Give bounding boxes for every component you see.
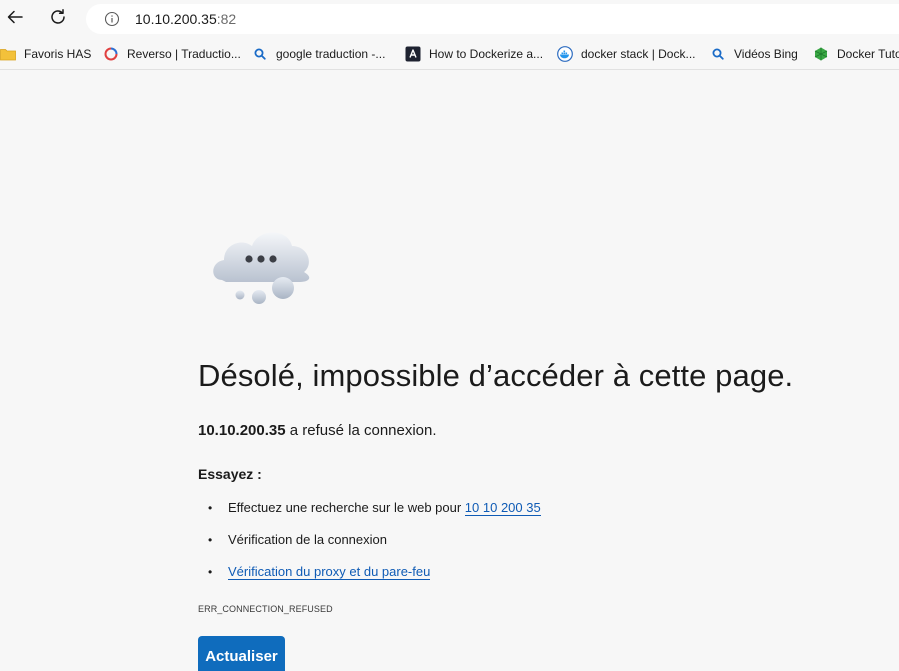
favorite-favoris-has[interactable]: Favoris HAS xyxy=(0,40,99,68)
favorites-bar: Favoris HAS Reverso | Traductio... googl… xyxy=(0,38,899,70)
favorite-label: Vidéos Bing xyxy=(734,47,798,61)
favorite-reverso[interactable]: Reverso | Traductio... xyxy=(103,40,249,68)
search-icon xyxy=(252,46,268,62)
browser-toolbar: 10.10.200.35:82 xyxy=(0,0,899,38)
reload-icon xyxy=(49,8,67,31)
try-label: Essayez : xyxy=(198,466,262,482)
favorite-label: google traduction -... xyxy=(276,47,386,61)
reload-button[interactable] xyxy=(43,4,73,34)
docker-icon xyxy=(557,46,573,62)
suggestion-search-prefix: Effectuez une recherche sur le web pour xyxy=(228,500,465,515)
favorite-label: Reverso | Traductio... xyxy=(127,47,241,61)
site-icon xyxy=(405,46,421,62)
refused-message: 10.10.200.35 a refusé la connexion. xyxy=(198,422,437,439)
proxy-firewall-link[interactable]: Vérification du proxy et du pare-feu xyxy=(228,564,431,580)
search-link[interactable]: 10 10 200 35 xyxy=(464,500,541,516)
favorite-dockerize[interactable]: How to Dockerize a... xyxy=(405,40,551,68)
favorite-label: docker stack | Dock... xyxy=(581,47,696,61)
favorite-docker-stack[interactable]: docker stack | Dock... xyxy=(557,40,704,68)
favorite-google-traduction[interactable]: google traduction -... xyxy=(252,40,393,68)
favorite-videos-bing[interactable]: Vidéos Bing xyxy=(710,40,806,68)
url-text[interactable]: 10.10.200.35:82 xyxy=(135,11,236,27)
folder-icon xyxy=(0,46,16,62)
docker-tuto-icon xyxy=(813,46,829,62)
refused-host: 10.10.200.35 xyxy=(198,422,286,439)
suggestions-list: • Effectuez une recherche sur le web pour… xyxy=(208,499,541,595)
suggestion-proxy: • Vérification du proxy et du pare-feu xyxy=(208,564,431,580)
page-title: Désolé, impossible d’accéder à cette pag… xyxy=(198,358,794,393)
back-button[interactable] xyxy=(0,4,30,34)
favorite-label: Favoris HAS xyxy=(24,47,92,61)
search-icon xyxy=(710,46,726,62)
suggestion-search: • Effectuez une recherche sur le web pour… xyxy=(208,500,541,516)
url-port: :82 xyxy=(216,11,237,27)
favorite-label: Docker Tuto xyxy=(837,47,899,61)
reverso-icon xyxy=(103,46,119,62)
url-host: 10.10.200.35 xyxy=(135,11,217,27)
suggestion-check-connection: • Vérification de la connexion xyxy=(208,532,387,547)
suggestion-check-connection-text: Vérification de la connexion xyxy=(228,532,387,547)
favorite-docker-tuto[interactable]: Docker Tuto xyxy=(813,40,899,68)
cloud-illustration xyxy=(208,224,316,308)
refused-suffix: a refusé la connexion. xyxy=(285,422,437,439)
favorite-label: How to Dockerize a... xyxy=(429,47,544,61)
info-icon[interactable] xyxy=(104,11,120,27)
refresh-button[interactable]: Actualiser xyxy=(198,636,285,671)
address-bar[interactable]: 10.10.200.35:82 xyxy=(86,4,899,34)
arrow-left-icon xyxy=(6,8,24,31)
error-code: ERR_CONNECTION_REFUSED xyxy=(198,604,333,614)
